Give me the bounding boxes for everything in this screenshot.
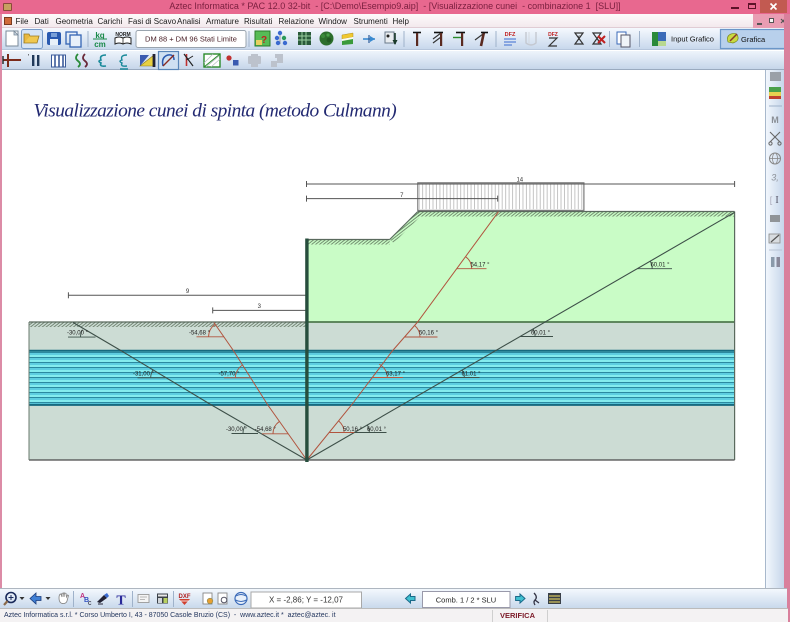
svg-text:60,01 °: 60,01 ° (367, 427, 387, 433)
svg-text:50,16 °: 50,16 ° (419, 331, 439, 337)
svg-text:-31,00 °: -31,00 ° (133, 371, 155, 377)
svg-text:60,01 °: 60,01 ° (650, 262, 670, 268)
svg-text:DFZ: DFZ (505, 32, 516, 38)
svg-text:50,16 °: 50,16 ° (343, 427, 363, 433)
svg-text:14: 14 (516, 178, 523, 184)
svg-text:-30,00 °: -30,00 ° (67, 331, 89, 337)
svg-text:7: 7 (400, 193, 404, 199)
svg-text:DM 88 + DM 96 Stati Limite: DM 88 + DM 96 Stati Limite (145, 35, 237, 44)
svg-text:-54,68 °: -54,68 ° (189, 331, 211, 337)
svg-text:Input Grafico: Input Grafico (671, 35, 714, 44)
svg-text:DFZ: DFZ (548, 32, 558, 38)
svg-text:60,01 °: 60,01 ° (531, 330, 551, 336)
svg-text:M: M (771, 115, 779, 125)
svg-text:54,17 °: 54,17 ° (470, 262, 490, 268)
svg-text:?: ? (261, 35, 267, 46)
svg-text:63,17 °: 63,17 ° (386, 371, 406, 377)
svg-text:-30,00 °: -30,00 ° (226, 427, 248, 433)
svg-text:X = -2,86; Y = -12,07: X = -2,86; Y = -12,07 (269, 596, 344, 605)
svg-text:-57,70 °: -57,70 ° (218, 371, 240, 377)
svg-text:Comb. 1 / 2 * SLU: Comb. 1 / 2 * SLU (436, 596, 496, 605)
svg-text:-54,68 °: -54,68 ° (255, 427, 277, 433)
svg-text:Grafica: Grafica (741, 35, 766, 44)
svg-text:[: [ (770, 195, 773, 205)
svg-text:Visualizzazione cunei di spint: Visualizzazione cunei di spinta (metodo … (34, 101, 397, 122)
svg-text:3,: 3, (771, 173, 779, 183)
svg-text:3: 3 (258, 304, 262, 310)
svg-text:T: T (116, 594, 126, 609)
svg-text:9: 9 (186, 289, 190, 295)
svg-text:c: c (88, 600, 92, 607)
svg-text:cm: cm (94, 40, 106, 49)
svg-text:61,01 °: 61,01 ° (461, 371, 481, 377)
svg-text:I: I (775, 195, 778, 206)
svg-text:': ' (28, 54, 29, 61)
